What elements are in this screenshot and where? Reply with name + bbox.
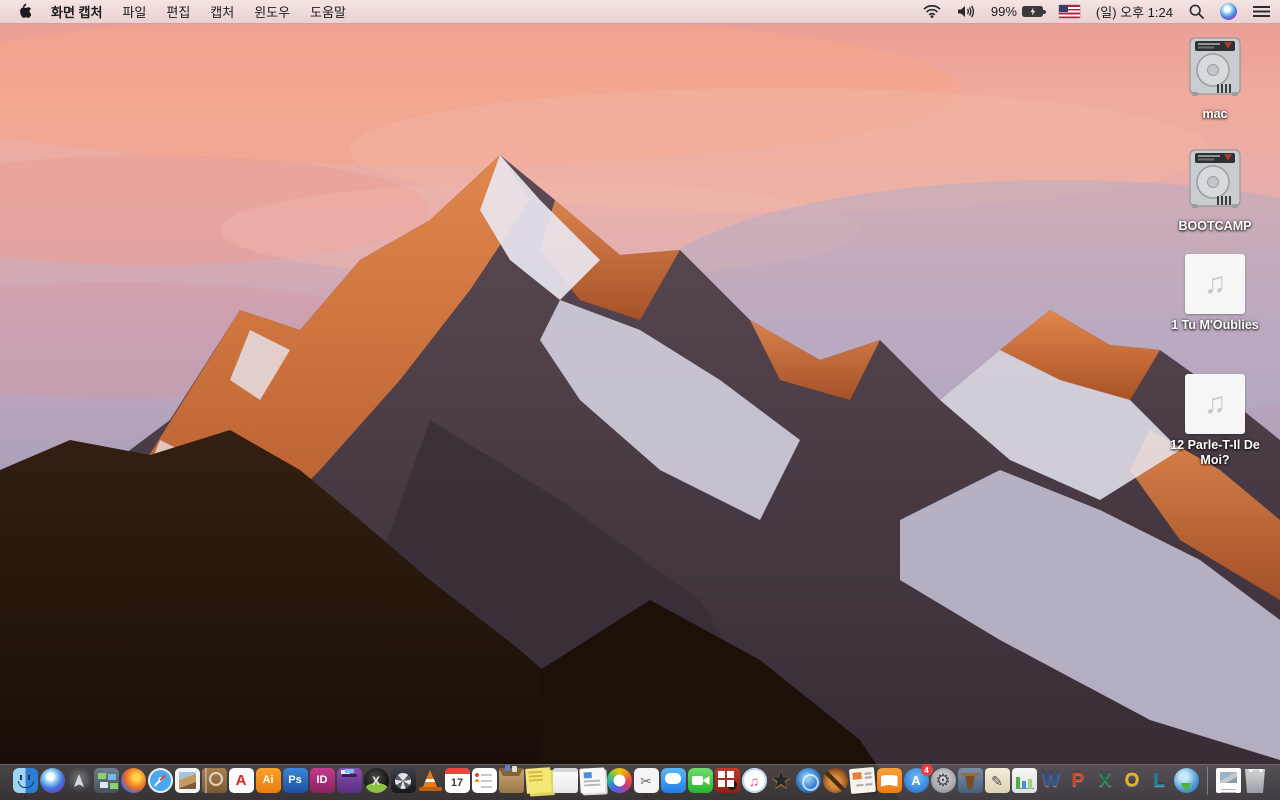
dock-download-globe-app[interactable]	[1173, 768, 1199, 793]
dock-screen-capture-grab[interactable]: ✂	[633, 768, 659, 798]
dock-mission-control[interactable]	[93, 768, 119, 793]
menu-window[interactable]: 윈도우	[244, 0, 300, 23]
battery-percent: 99%	[990, 4, 1017, 19]
dock-toast-titanium[interactable]	[336, 768, 362, 793]
dock-newsletter-app[interactable]	[848, 766, 876, 795]
dock-photo-grid-app[interactable]	[714, 768, 740, 793]
menu-bar-status: 99% (일) 오후 1:24	[923, 0, 1270, 23]
hard-drive-icon	[1189, 149, 1241, 208]
desktop-icon-mac-drive[interactable]: mac	[1160, 36, 1270, 122]
dock-calendar[interactable]: 17	[444, 768, 470, 793]
dock-imovie-hd[interactable]: ★	[769, 768, 794, 793]
desktop-icon-label: mac	[1202, 107, 1228, 121]
dock: A Ai Ps ID X 17 ✂ ♫ ★ A4 ⚙ ✎ W P X O L	[0, 764, 1280, 800]
menu-bar: 화면 캡처 파일 편집 캡처 윈도우 도움말 99% (일) 오후 1:24	[0, 0, 1280, 24]
running-indicator	[644, 795, 648, 798]
dock-messages[interactable]	[660, 768, 686, 793]
menu-help[interactable]: 도움말	[300, 0, 356, 23]
dock-app-store[interactable]: A4	[903, 764, 933, 793]
dock-itunes[interactable]: ♫	[741, 768, 767, 793]
dock-reminders[interactable]	[471, 768, 497, 793]
dock-photos[interactable]	[606, 768, 632, 793]
notification-center-icon[interactable]	[1253, 6, 1270, 17]
running-indicator	[23, 795, 27, 798]
dock-archive-box-app[interactable]	[498, 765, 524, 793]
appstore-a-glyph: A	[911, 773, 921, 788]
hard-drive-icon	[1189, 37, 1241, 96]
dock-facetime[interactable]	[687, 768, 713, 793]
desktop-icon-bootcamp-drive[interactable]: BOOTCAMP	[1160, 148, 1270, 234]
menu-bar-clock[interactable]: (일) 오후 1:24	[1096, 2, 1173, 21]
dock-finder[interactable]	[12, 768, 38, 798]
dock-divider	[1206, 766, 1208, 795]
dock-launchpad[interactable]	[66, 768, 92, 793]
menu-bar-left: 화면 캡처 파일 편집 캡처 윈도우 도움말	[10, 0, 356, 23]
apple-menu[interactable]	[10, 0, 41, 23]
dock-adobe-illustrator[interactable]: Ai	[255, 768, 281, 793]
dock-x-sphere-app[interactable]: X	[363, 768, 389, 793]
menu-edit[interactable]: 편집	[156, 0, 200, 23]
dock-numbers[interactable]	[1011, 768, 1037, 793]
dock-microsoft-excel[interactable]: X	[1093, 768, 1118, 793]
dock-fan-utility-app[interactable]	[390, 768, 416, 793]
dock-firefox[interactable]	[120, 768, 146, 793]
dock-document-file[interactable]	[1215, 768, 1241, 793]
dock-ibooks[interactable]	[876, 768, 902, 793]
desktop-icon-label: 12 Parle-T-Il De Moi?	[1170, 438, 1260, 467]
input-source-us-flag-icon[interactable]	[1058, 5, 1080, 18]
dock-preview[interactable]	[174, 768, 200, 793]
desktop-icon-label: BOOTCAMP	[1178, 219, 1252, 233]
wifi-icon[interactable]	[923, 5, 941, 18]
dock-document-viewer-app[interactable]	[578, 767, 606, 794]
desktop-icon-label: 1 Tu M'Oublies	[1171, 318, 1259, 332]
dock-safari[interactable]	[147, 768, 173, 793]
battery-status[interactable]: 99%	[990, 4, 1046, 19]
dock-contacts[interactable]	[201, 768, 227, 793]
dock-notepad-app[interactable]	[552, 768, 578, 793]
dock-idvd[interactable]	[795, 768, 821, 793]
dock-keynote[interactable]	[957, 768, 983, 793]
dock-system-preferences[interactable]: ⚙	[930, 768, 956, 793]
dock-vlc[interactable]	[418, 768, 443, 793]
menu-capture[interactable]: 캡처	[200, 0, 244, 23]
dock-microsoft-word[interactable]: W	[1039, 768, 1064, 793]
music-note-icon: ♫	[1185, 374, 1245, 434]
dock-pages[interactable]: ✎	[984, 768, 1010, 793]
desktop-icon-audio-file-1[interactable]: ♫ 1 Tu M'Oublies	[1160, 254, 1270, 333]
apple-logo-icon	[20, 3, 31, 18]
dock-stickies[interactable]	[524, 767, 552, 794]
menu-file[interactable]: 파일	[112, 0, 156, 23]
dock-garageband[interactable]	[822, 768, 848, 793]
sierra-mountain-wallpaper	[0, 0, 1280, 800]
dock-microsoft-outlook[interactable]: O	[1120, 768, 1145, 793]
volume-icon[interactable]	[957, 5, 975, 18]
menu-app-name[interactable]: 화면 캡처	[41, 0, 112, 23]
dock-trash-full[interactable]	[1245, 769, 1265, 793]
siri-icon[interactable]	[1220, 3, 1237, 20]
app-store-update-badge: 4	[920, 764, 933, 776]
dock-adobe-indesign[interactable]: ID	[309, 768, 335, 793]
desktop-screen: 화면 캡처 파일 편집 캡처 윈도우 도움말 99% (일) 오후 1:24 m…	[0, 0, 1280, 800]
spotlight-search-icon[interactable]	[1189, 4, 1204, 19]
dock-siri[interactable]	[39, 768, 65, 793]
dock-acrobat-reader[interactable]: A	[228, 768, 254, 793]
dock-adobe-photoshop[interactable]: Ps	[282, 768, 308, 793]
music-note-icon: ♫	[1185, 254, 1245, 314]
desktop-icon-audio-file-2[interactable]: ♫ 12 Parle-T-Il De Moi?	[1160, 374, 1270, 468]
dock-microsoft-lync[interactable]: L	[1147, 768, 1172, 793]
dock-microsoft-powerpoint[interactable]: P	[1066, 768, 1091, 793]
battery-charging-icon	[1021, 6, 1046, 17]
